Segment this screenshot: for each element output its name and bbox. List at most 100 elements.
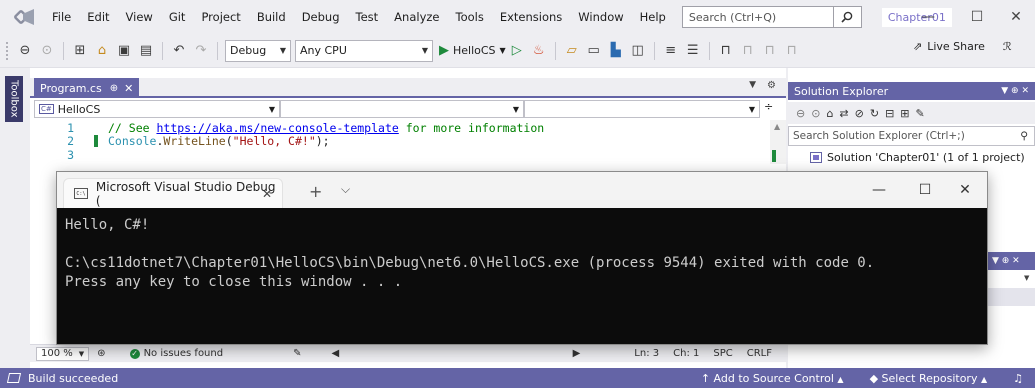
scroll-left-icon[interactable]: ◀ <box>331 348 339 359</box>
menu-analyze[interactable]: Analyze <box>386 10 447 24</box>
open-file-icon[interactable]: ⌂ <box>93 40 111 62</box>
menu-help[interactable]: Help <box>632 10 674 24</box>
pin-icon[interactable]: ⊕ <box>110 83 118 94</box>
live-share-button[interactable]: ⇗ Live Share ℛ <box>913 40 1012 53</box>
hot-reload-icon[interactable]: ♨ <box>530 40 548 62</box>
collapse-all-icon[interactable]: ⊟ <box>885 107 894 120</box>
type-scope-select[interactable]: ▼ <box>280 100 524 118</box>
code-comment: // See <box>108 121 157 135</box>
console-tab[interactable]: C:\ Microsoft Visual Studio Debug ( ✕ <box>63 178 283 208</box>
bookmark-icon[interactable]: ⊓ <box>717 40 735 62</box>
solution-search-input[interactable]: Search Solution Explorer (Ctrl+;) ⚲ <box>788 126 1035 146</box>
scroll-up-icon[interactable]: ▲ <box>774 122 780 131</box>
chevron-down-icon[interactable]: ▼ <box>749 80 756 90</box>
panel-controls-icon[interactable]: ▼ ⊕ ✕ <box>1001 86 1029 96</box>
search-input[interactable]: Search (Ctrl+Q) <box>681 6 834 28</box>
panel-controls-icon[interactable]: ▼ ⊕ ✕ <box>992 256 1020 266</box>
pending-changes-icon[interactable]: ⊘ <box>855 107 864 120</box>
new-tab-icon[interactable]: + <box>309 182 322 201</box>
home-icon[interactable]: ⌂ <box>826 107 833 120</box>
menu-window[interactable]: Window <box>570 10 631 24</box>
platform-select[interactable]: Any CPU ▼ <box>295 39 433 62</box>
refresh-icon[interactable]: ↻ <box>870 107 879 120</box>
tab-program-cs[interactable]: Program.cs ⊕ ✕ <box>34 78 140 98</box>
maximize-icon[interactable]: ☐ <box>957 0 997 34</box>
back-icon[interactable]: ⊖ <box>796 107 805 120</box>
vertical-scrollbar[interactable]: ▲ <box>770 120 786 164</box>
notifications-icon[interactable]: ♫ <box>1013 372 1023 385</box>
redo-icon[interactable]: ↷ <box>192 40 210 62</box>
clear-bookmarks-icon[interactable]: ⊓ <box>783 40 801 62</box>
undo-icon[interactable]: ↶ <box>170 40 188 62</box>
menu-build[interactable]: Build <box>249 10 294 24</box>
start-debugging-button[interactable]: ▶ HelloCS ▼ <box>439 43 506 58</box>
column-indicator[interactable]: Ch: 1 <box>673 348 699 359</box>
chevron-down-icon[interactable]: ⌵ <box>341 182 350 197</box>
close-icon[interactable]: ✕ <box>943 176 987 204</box>
play-icon: ▶ <box>439 43 449 58</box>
menu-view[interactable]: View <box>118 10 161 24</box>
search-icon[interactable]: ⚲ <box>1020 130 1028 142</box>
forward-icon[interactable]: ⊙ <box>811 107 820 120</box>
menu-git[interactable]: Git <box>161 10 194 24</box>
close-tab-icon[interactable]: ✕ <box>124 82 133 95</box>
line-indicator[interactable]: Ln: 3 <box>634 348 659 359</box>
menu-test[interactable]: Test <box>348 10 387 24</box>
configuration-select[interactable]: Debug ▼ <box>225 39 291 62</box>
member-scope-select[interactable]: ▼ <box>524 100 760 118</box>
console-output[interactable]: Hello, C#! C:\cs11dotnet7\Chapter01\Hell… <box>65 216 975 292</box>
layout-icon[interactable]: ▭ <box>585 40 603 62</box>
health-icon[interactable]: ⊛ <box>97 348 105 359</box>
properties-icon[interactable]: ✎ <box>916 107 925 120</box>
code-link[interactable]: https://aka.ms/new-console-template <box>156 121 398 135</box>
back-icon[interactable]: ⊖ <box>16 40 34 62</box>
menu-extensions[interactable]: Extensions <box>492 10 570 24</box>
prev-bookmark-icon[interactable]: ⊓ <box>739 40 757 62</box>
browse-icon[interactable]: ▱ <box>563 40 581 62</box>
project-scope-select[interactable]: C# HelloCS ▼ <box>34 100 280 118</box>
build-status[interactable]: Build succeeded <box>6 372 118 385</box>
switch-views-icon[interactable]: ⇄ <box>839 107 848 120</box>
solution-node[interactable]: Solution 'Chapter01' (1 of 1 project) <box>810 151 1025 164</box>
search-icon[interactable] <box>833 6 862 28</box>
properties-row[interactable] <box>988 288 1035 306</box>
menu-tools[interactable]: Tools <box>448 10 492 24</box>
gear-icon[interactable]: ⚙ <box>767 80 776 91</box>
toolbox-tab[interactable]: Toolbox <box>5 76 23 122</box>
source-control-label: Add to Source Control <box>713 371 834 385</box>
save-all-icon[interactable]: ▤ <box>137 40 155 62</box>
performance-icon[interactable]: ▙ <box>607 40 625 62</box>
toolbar-grip[interactable] <box>6 41 10 60</box>
close-icon[interactable]: ✕ <box>996 0 1035 34</box>
menu-edit[interactable]: Edit <box>79 10 117 24</box>
add-source-control-button[interactable]: ↑ Add to Source Control ▲ <box>701 372 844 385</box>
visual-studio-logo-icon[interactable] <box>13 8 36 26</box>
find-in-files-icon[interactable]: ◫ <box>629 40 647 62</box>
close-tab-icon[interactable]: ✕ <box>262 187 272 201</box>
save-icon[interactable]: ▣ <box>115 40 133 62</box>
uncomment-icon[interactable]: ☰ <box>684 40 702 62</box>
whitespace-indicator[interactable]: SPC <box>713 348 732 359</box>
next-bookmark-icon[interactable]: ⊓ <box>761 40 779 62</box>
new-project-icon[interactable]: ⊞ <box>71 40 89 62</box>
chevron-down-icon[interactable]: ▼ <box>1024 274 1029 282</box>
menu-file[interactable]: File <box>44 10 79 24</box>
maximize-icon[interactable]: ☐ <box>903 176 947 204</box>
forward-icon[interactable]: ⊙ <box>38 40 56 62</box>
menu-project[interactable]: Project <box>193 10 248 24</box>
zoom-select[interactable]: 100 % ▼ <box>36 346 90 361</box>
line-ending-indicator[interactable]: CRLF <box>747 348 772 359</box>
minimize-icon[interactable]: — <box>908 0 948 34</box>
code-string: "Hello, C#!" <box>232 134 316 148</box>
menu-debug[interactable]: Debug <box>294 10 348 24</box>
issues-indicator[interactable]: ✓ No issues found <box>129 348 223 359</box>
show-all-files-icon[interactable]: ⊞ <box>900 107 909 120</box>
comment-icon[interactable]: ≡ <box>662 40 680 62</box>
split-editor-icon[interactable]: ÷ <box>764 100 773 118</box>
brush-icon[interactable]: ✎ <box>293 348 301 359</box>
start-without-debugging-icon[interactable]: ▷ <box>508 40 526 62</box>
scroll-right-icon[interactable]: ▶ <box>573 348 581 359</box>
feedback-icon[interactable]: ℛ <box>1003 40 1012 53</box>
minimize-icon[interactable]: — <box>857 176 901 204</box>
select-repository-button[interactable]: ◆ Select Repository ▲ <box>870 372 988 385</box>
